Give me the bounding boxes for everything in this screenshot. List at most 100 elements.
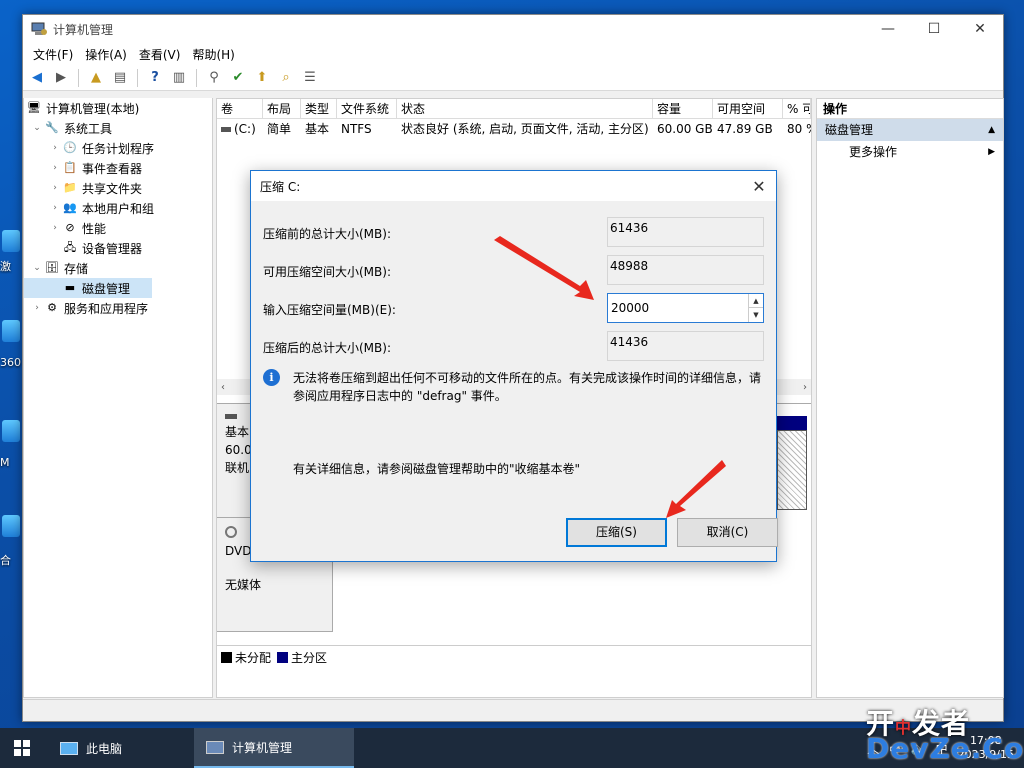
stepper-up-icon[interactable]: ▲ <box>749 294 763 308</box>
stepper-buttons: ▲ ▼ <box>748 294 763 322</box>
minimize-button[interactable]: — <box>865 15 911 43</box>
chevron-right-icon[interactable]: › <box>48 183 62 193</box>
title-bar[interactable]: 计算机管理 — ☐ ✕ <box>23 15 1003 43</box>
amount-label: 输入压缩空间量(MB)(E): <box>263 303 396 317</box>
column-header[interactable]: % 可 <box>783 99 811 118</box>
performance-icon: ⊘ <box>65 221 75 234</box>
taskbar-this-pc[interactable]: 此电脑 <box>44 728 194 768</box>
table-cell: 80 % <box>787 122 811 136</box>
tree-item-local-users[interactable]: › 👥 本地用户和组 <box>24 198 212 218</box>
clock-icon: 🕒 <box>63 141 77 154</box>
check-icon[interactable]: ✔ <box>228 68 248 88</box>
menu-help[interactable]: 帮助(H) <box>186 46 240 63</box>
computer-management-icon <box>206 740 224 754</box>
tree-item-root[interactable]: 🖥 计算机管理(本地) <box>24 98 212 118</box>
column-header[interactable]: 类型 <box>301 99 337 118</box>
chevron-down-icon[interactable]: ⌄ <box>30 263 44 273</box>
total-after-field: 41436 <box>607 331 764 361</box>
amount-stepper[interactable]: ▲ ▼ <box>607 293 764 323</box>
desktop-label: 激 <box>0 260 11 273</box>
info-message: 无法将卷压缩到超出任何不可移动的文件所在的点。有关完成该操作时间的详细信息，请参… <box>293 371 762 403</box>
dialog-close-button[interactable]: ✕ <box>742 177 776 196</box>
taskbar-label: 此电脑 <box>86 741 123 756</box>
column-header[interactable]: 状态 <box>397 99 653 118</box>
tree-item-device-manager[interactable]: 🖧 设备管理器 <box>24 238 212 258</box>
table-row[interactable]: (C:) 简单 基本 NTFS 状态良好 (系统, 启动, 页面文件, 活动, … <box>217 119 811 139</box>
column-header[interactable]: 可用空间 <box>713 99 783 118</box>
up-folder-icon[interactable]: ▲ <box>86 68 106 88</box>
tree-item-event-viewer[interactable]: › 📋 事件查看器 <box>24 158 212 178</box>
column-header[interactable]: 文件系统 <box>337 99 397 118</box>
chevron-right-icon[interactable]: › <box>48 203 62 213</box>
tree-item-services[interactable]: › ⚙ 服务和应用程序 <box>24 298 212 318</box>
tree-item-storage[interactable]: ⌄ 🗄 存储 <box>24 258 212 278</box>
connect-icon[interactable]: ⚲ <box>204 68 224 88</box>
menu-view[interactable]: 查看(V) <box>133 46 187 63</box>
partition-bar[interactable] <box>777 416 807 430</box>
back-icon[interactable]: ◀ <box>27 68 47 88</box>
available-label: 可用压缩空间大小(MB): <box>263 265 391 279</box>
column-header[interactable]: 卷 <box>217 99 263 118</box>
chevron-down-icon[interactable]: ⌄ <box>30 123 44 133</box>
column-header[interactable]: 容量 <box>653 99 713 118</box>
chevron-right-icon[interactable]: › <box>48 163 62 173</box>
action-pane-icon[interactable]: ▥ <box>169 68 189 88</box>
toolbar-divider <box>196 68 197 87</box>
menu-file[interactable]: 文件(F) <box>27 46 79 63</box>
disk-icon: ▬ <box>64 281 76 294</box>
desktop-icon[interactable] <box>2 515 20 537</box>
actions-section-disk-management[interactable]: 磁盘管理 ▲ <box>817 119 1003 141</box>
import-icon[interactable]: ⬆ <box>252 68 272 88</box>
partition-block[interactable] <box>777 430 807 510</box>
dialog-title-bar[interactable]: 压缩 C: ✕ <box>251 171 776 201</box>
toolbar-divider <box>137 68 138 87</box>
tree-label: 任务计划程序 <box>82 141 155 156</box>
table-cell: 基本 <box>305 122 330 136</box>
show-hide-tree-icon[interactable]: ▤ <box>110 68 130 88</box>
tree-item-system-tools[interactable]: ⌄ 🔧 系统工具 <box>24 118 212 138</box>
desktop-label: 合 <box>0 554 11 567</box>
tree-item-shared-folders[interactable]: › 📁 共享文件夹 <box>24 178 212 198</box>
collapse-icon[interactable]: ▲ <box>988 119 995 141</box>
chevron-right-icon[interactable]: › <box>48 143 62 153</box>
help-icon[interactable]: ? <box>145 68 165 88</box>
shrink-dialog: 压缩 C: ✕ 压缩前的总计大小(MB): 61436 可用压缩空间大小(MB)… <box>250 170 778 562</box>
desktop-icon[interactable] <box>2 230 20 252</box>
tree-item-performance[interactable]: › ⊘ 性能 <box>24 218 212 238</box>
close-button[interactable]: ✕ <box>957 15 1003 43</box>
scroll-left-icon[interactable]: ‹ <box>221 382 225 393</box>
tree-label: 计算机管理(本地) <box>46 101 140 116</box>
tree-item-disk-management[interactable]: ▬ 磁盘管理 <box>24 278 152 298</box>
chevron-right-icon[interactable]: › <box>30 303 44 313</box>
tree-label: 事件查看器 <box>82 161 143 176</box>
taskbar-computer-management[interactable]: 计算机管理 <box>194 728 354 768</box>
chevron-right-icon: ▶ <box>988 147 995 157</box>
start-button[interactable] <box>0 728 44 768</box>
cancel-button[interactable]: 取消(C) <box>677 518 778 547</box>
desktop-icon[interactable] <box>2 420 20 442</box>
shrink-button[interactable]: 压缩(S) <box>566 518 667 547</box>
tree-label: 本地用户和组 <box>82 201 155 216</box>
forward-icon[interactable]: ▶ <box>51 68 71 88</box>
column-header[interactable]: 布局 <box>263 99 301 118</box>
desktop-icon[interactable] <box>2 320 20 342</box>
desktop-label: 360 <box>0 356 21 369</box>
properties-icon[interactable]: ☰ <box>300 68 320 88</box>
table-cell: 47.89 GB <box>717 122 773 136</box>
amount-input[interactable] <box>608 294 746 322</box>
stepper-down-icon[interactable]: ▼ <box>749 308 763 322</box>
maximize-button[interactable]: ☐ <box>911 15 957 43</box>
section-label: 磁盘管理 <box>825 123 874 137</box>
more-actions-item[interactable]: 更多操作 ▶ <box>817 141 1003 163</box>
legend-unallocated: 未分配 <box>221 649 271 666</box>
menu-action[interactable]: 操作(A) <box>79 46 133 63</box>
legend: 未分配 主分区 <box>217 645 811 669</box>
table-cell: (C:) <box>217 119 263 139</box>
tree-item-task-scheduler[interactable]: › 🕒 任务计划程序 <box>24 138 212 158</box>
scroll-right-icon[interactable]: › <box>803 382 807 393</box>
chevron-right-icon[interactable]: › <box>48 223 62 233</box>
search-icon[interactable]: ⌕ <box>276 68 296 88</box>
computer-management-icon <box>31 22 47 36</box>
actions-header: 操作 <box>817 99 1003 119</box>
